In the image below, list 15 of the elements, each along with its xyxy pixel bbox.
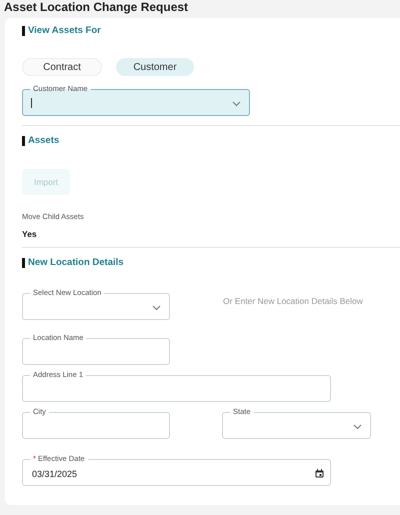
toggle-option[interactable]: Contract: [22, 58, 102, 76]
section-marker: [22, 26, 25, 36]
page-title: Asset Location Change Request: [3, 0, 190, 16]
calendar-icon[interactable]: [315, 469, 324, 478]
section-heading: View Assets For: [28, 25, 101, 37]
hint-text: Or Enter New Location Details Below: [223, 295, 363, 308]
field-value: Yes: [22, 229, 38, 240]
chevron-icon: [353, 424, 362, 430]
chevron-icon: [152, 305, 161, 312]
section-marker: [22, 136, 25, 146]
toggle-option[interactable]: Customer: [116, 58, 194, 76]
section-marker: [22, 258, 25, 268]
section-heading: New Location Details: [28, 257, 124, 270]
section-heading: Assets: [28, 135, 60, 147]
chevron-icon: [232, 101, 241, 107]
